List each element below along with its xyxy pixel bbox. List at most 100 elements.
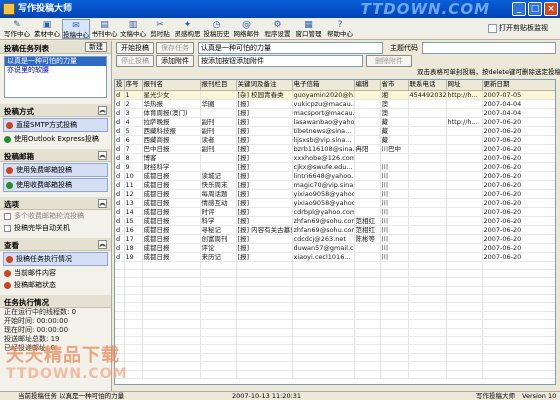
table-row[interactable]: d18成都日报评论[报]duwan57@gmail.com 川 2007-06-20 [115,243,555,253]
column-header[interactable]: 编辑 [354,80,381,91]
task-item[interactable]: 亦说里的软腰 [5,66,106,75]
subject-field[interactable]: 认真是一种可怕的力量 [198,42,383,54]
table-row[interactable]: d 16 成都日报 寻秘记 [报] 内容有关古墓葬 zhfan69@sohu.com 范相红… [115,225,555,235]
clipboard-monitor-checkbox[interactable]: 打开剪贴板监视 [488,23,548,33]
auto-shutdown-checkbox[interactable]: 投稿完毕自动关机 [0,222,111,234]
table-row[interactable]: d 11 成都日报 快乐周末 [报] magic70@vip.sina... 川 2007-0… [115,180,555,190]
toolbar-button-6[interactable]: ✦ 灵感构思 [173,19,202,39]
table-row[interactable]: d 10 成都日报 读城记 [报] lintri6648@yahoo... 川 2007-06… [115,171,555,181]
toolbar-button-2[interactable]: ✉ 投稿中心 [62,19,90,39]
table-row[interactable]: d 5 西藏科技报 副刊 [报] tibetnews@sina... 藏 2007-06-20 [115,126,555,136]
new-task-button[interactable]: 新建 [85,42,107,52]
toolbar-button-label: 网络邮件 [233,30,260,38]
table-cell: 18 [124,243,143,253]
view-title: 查看 [4,241,19,250]
table-row[interactable]: d14成都日报时评[报]cdrbpl@yahoo.com... 川 2007-06-… [115,207,555,217]
collapse-icon[interactable]: ︽ [98,199,107,208]
table-row[interactable] [115,302,555,312]
view-exec-option[interactable]: 投稿任务执行情况 [3,252,108,266]
table-row[interactable]: d 6 西藏商报 读者 [报] lijsxsb@vip.sina... 藏 2007-06-2… [115,135,555,145]
table-row[interactable] [115,311,555,321]
table-row[interactable]: d13成都日报情感互动[报]yixiao9058@yahoo... 川 2007-0… [115,198,555,208]
table-row[interactable] [115,294,555,304]
table-cell [446,144,483,154]
column-header[interactable]: 联系电话 [408,80,447,91]
table-row[interactable]: d 15 成都日报 科学 [报] zhfan69@sohu.com 范相红川 2007-06-… [115,216,555,226]
task-list[interactable]: 以真是一种可怕的力量 亦说里的软腰 [4,56,107,98]
table-row[interactable]: d 8 博客 [报] xxxhobe@126.com 2007-06-20 [115,153,555,163]
start-button[interactable]: 开始投稿 [116,42,154,54]
table-row[interactable] [115,370,555,379]
table-row[interactable]: d 3 体育周报(澳门) [报] macsport@macau... 澳 2007-04-0… [115,108,555,118]
table-row[interactable]: d 2 华热报 华圈 [报] vukicpzu@macau... 澳 2007-04-04 [115,99,555,109]
table-row[interactable]: d 17 成都日报 创富周刊 [报] cdcdcj@263.net 陈彬等川 2007-06-… [115,234,555,244]
close-icon[interactable]: × [544,2,558,16]
column-header[interactable]: 网址 [446,80,483,91]
rotate-mailbox-checkbox[interactable]: 多个收费邮箱轮流投稿 [0,210,111,222]
column-header[interactable]: 报刊名 [142,80,201,91]
table-row[interactable]: d 9 财经科学 [报] cjkx@swufe.edu... 川 2007-06-20 [115,162,555,172]
submission-grid[interactable]: 投序号 报刊名 报刊栏目 关键词及备注 电子信箱 编辑 省市 联系电话 网址 更新日期 d 1 星光少… [114,79,556,385]
attachment-field[interactable]: 按添加按钮添加附件 [198,55,363,67]
options-header[interactable]: 选项 ︽ [0,197,111,210]
table-row[interactable] [115,319,555,329]
toolbar-button-10[interactable]: ▦ 窗口管理 [293,19,324,39]
table-row[interactable]: d 7 巴中日报 副刊 [报] bzrb116108@sina... 冉阳 川巴中 2007-0… [115,144,555,154]
table-row[interactable]: d 1 星光少女 [杂] 校园青春类 guoyamin2020@h... 湘 4544920… [115,90,555,100]
table-row[interactable] [115,328,555,338]
toolbar-button-4[interactable]: ▥ 文稿中心 [119,19,147,39]
minimize-icon[interactable]: _ [512,2,526,16]
column-header[interactable]: 关键词及备注 [236,80,293,91]
column-header[interactable]: 投 [115,80,125,91]
table-row[interactable] [115,361,555,371]
table-row[interactable] [115,344,555,354]
view-mail-option[interactable]: 当前邮件内容 [0,267,111,279]
stop-button[interactable]: 停止投稿 [116,55,154,67]
toolbar-button-11[interactable]: ? 帮助中心 [324,19,356,39]
table-row[interactable] [115,286,555,296]
column-header[interactable]: 省市 [380,80,409,91]
table-row[interactable] [115,277,555,287]
column-header[interactable]: 序号 [124,80,143,91]
table-cell [354,286,381,296]
table-cell [354,171,381,181]
table-row[interactable] [115,269,555,279]
column-header[interactable]: 更新日期 [482,80,555,91]
mailbox-header[interactable]: 投稿邮箱 ︽ [0,149,111,162]
table-row[interactable] [115,336,555,346]
toolbar-button-1[interactable]: ▣ 素材中心 [32,19,62,39]
method-header[interactable]: 投稿方式 ︽ [0,104,111,117]
collapse-icon[interactable]: ︽ [98,151,107,160]
table-cell: 川 [380,180,409,190]
toolbar-button-5[interactable]: ✂ 剪时贴 [147,19,173,39]
toolbar-button-3[interactable]: ▤ 书刊中心 [90,19,119,39]
method-outlook-option[interactable]: 使用Outlook Express投稿 [0,133,111,145]
table-cell [380,344,409,354]
table-row[interactable]: d 19 成都日报 来历记 [报] xiaoyi.cecl1016... 川 2007-06-… [115,252,555,262]
table-row[interactable] [115,353,555,363]
theme-code-field[interactable] [422,42,556,54]
table-row[interactable] [115,261,555,270]
table-cell: 7 [124,144,143,154]
column-header[interactable]: 报刊栏目 [200,80,237,91]
maximize-icon[interactable]: □ [528,2,542,16]
method-smtp-option[interactable]: 直接SMTP方式投稿 [3,118,108,132]
main-panel: 开始投稿 保存任务 认真是一种可怕的力量 主题代码 停止投稿 添加附件 按添加按… [112,41,560,391]
mailbox-free-option[interactable]: 使用免费邮箱投稿 [3,163,108,177]
view-header[interactable]: 查看 ︽ [0,238,111,251]
toolbar-button-0[interactable]: ✎ 写作中心 [2,19,32,39]
collapse-icon[interactable]: ︽ [98,240,107,249]
delete-attachment-button[interactable]: 删除附件 [366,55,412,67]
task-item[interactable]: 以真是一种可怕的力量 [5,57,106,66]
save-task-button[interactable]: 保存任务 [156,42,194,54]
toolbar-button-7[interactable]: ◷ 投稿历史 [202,19,231,39]
mailbox-paid-option[interactable]: 使用收费邮箱投稿 [3,178,108,192]
view-mailbox-option[interactable]: 投稿邮箱状态 [0,279,111,291]
toolbar-button-9[interactable]: ⚙ 程序设置 [262,19,293,39]
toolbar-button-8[interactable]: @ 网络邮件 [231,19,262,39]
table-row[interactable]: d 4 拉萨晚报 副刊 [报] lasawanbao@yaho... 藏 http://h..… [115,117,555,127]
table-row[interactable]: d12成都日报每周话题[报]yixiao9058@yahoo... 川 2007-0… [115,189,555,199]
column-header[interactable]: 电子信箱 [292,80,355,91]
add-attachment-button[interactable]: 添加附件 [156,55,194,67]
collapse-icon[interactable]: ︽ [98,106,107,115]
